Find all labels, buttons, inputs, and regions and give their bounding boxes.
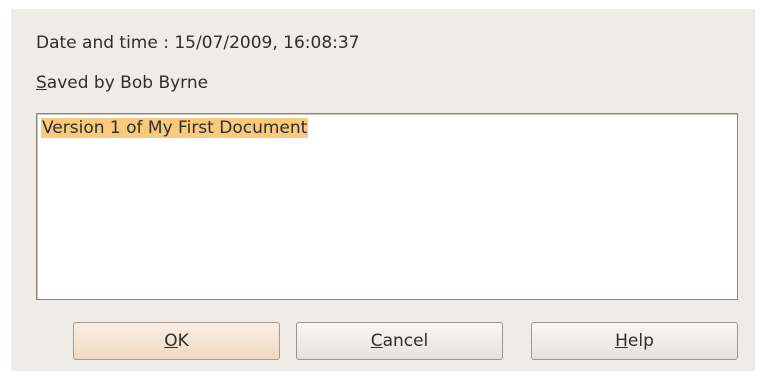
version-comment-dialog: Date and time : 15/07/2009, 16:08:37 Sav… [11,9,755,371]
ok-button[interactable]: OK [73,322,280,360]
help-mnemonic: H [615,331,628,351]
cancel-label: ancel [382,331,429,351]
ok-mnemonic: O [164,331,178,351]
cancel-button[interactable]: Cancel [296,322,503,360]
saved-by-label: Saved by Bob Byrne [36,73,208,93]
date-time-label: Date and time : 15/07/2009, 16:08:37 [36,33,360,53]
help-label: elp [627,331,654,351]
saved-by-mnemonic: S [36,73,47,93]
comment-selected-text: Version 1 of My First Document [41,118,309,138]
ok-label: K [177,331,189,351]
cancel-mnemonic: C [370,331,383,351]
comment-textarea[interactable]: Version 1 of My First Document [36,113,738,300]
help-button[interactable]: Help [531,322,738,360]
saved-by-text: aved by Bob Byrne [46,73,209,93]
